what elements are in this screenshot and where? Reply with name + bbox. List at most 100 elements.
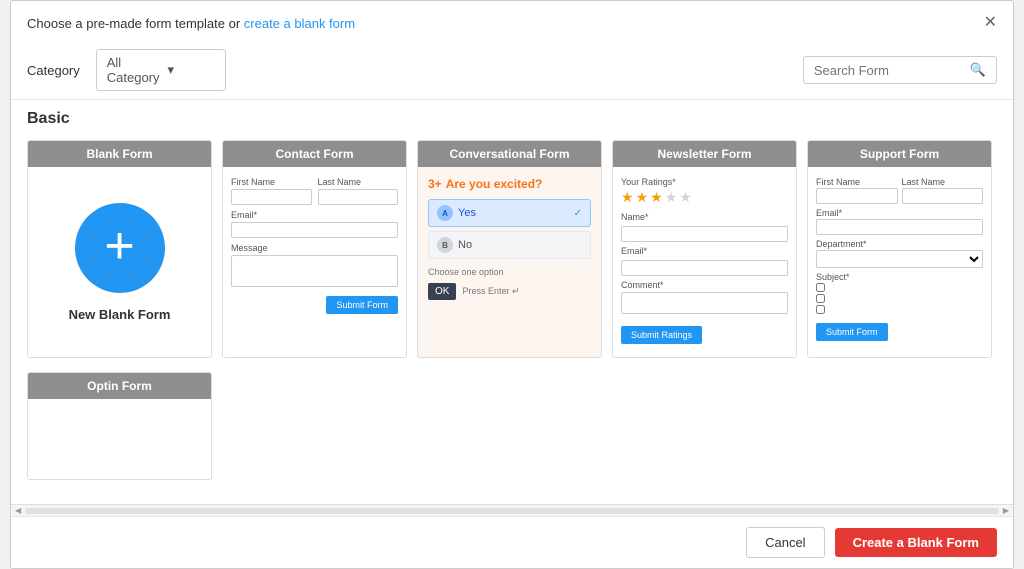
sf-name-row: First Name Last Name [816, 177, 983, 204]
contact-lastname-group: Last Name [318, 177, 399, 205]
contact-firstname-input[interactable] [231, 189, 312, 205]
nl-email-label: Email* [621, 246, 788, 256]
optin-cards-row: Optin Form [27, 372, 997, 480]
nl-comment-input[interactable] [621, 292, 788, 314]
card-optin-form[interactable]: Optin Form [27, 372, 212, 480]
conv-option-a-check: ✓ [574, 208, 582, 219]
conv-option-b[interactable]: B No [428, 231, 591, 259]
contact-email-group: Email* [231, 210, 398, 238]
card-support-form[interactable]: Support Form First Name Last Name [807, 140, 992, 358]
category-dropdown[interactable]: All Category ▾ [96, 49, 226, 91]
create-blank-link[interactable]: create a blank form [244, 16, 355, 31]
conv-question: 3+ Are you excited? [428, 177, 591, 191]
contact-firstname-label: First Name [231, 177, 312, 187]
conv-option-a[interactable]: A Yes ✓ [428, 199, 591, 227]
conv-ok-btn[interactable]: OK [428, 283, 456, 300]
toolbar: Category All Category ▾ 🔍 [11, 41, 1013, 99]
search-icon: 🔍 [970, 62, 986, 78]
conv-step: 3+ [428, 177, 442, 191]
card-conversational-form[interactable]: Conversational Form 3+ Are you excited? A… [417, 140, 602, 358]
scroll-right-icon[interactable]: ▶ [1001, 506, 1011, 515]
sf-checkboxes [816, 283, 983, 314]
scroll-left-icon[interactable]: ◀ [13, 506, 23, 515]
modal-header: Choose a pre-made form template or creat… [11, 1, 1013, 41]
card-body-contact: First Name Last Name Email* [223, 167, 406, 357]
nl-email-input[interactable] [621, 260, 788, 276]
sf-submit-btn[interactable]: Submit Form [816, 323, 888, 341]
chevron-down-icon: ▾ [168, 62, 215, 78]
conv-question-text: Are you excited? [446, 177, 543, 191]
conv-ok-row: OK Press Enter ↵ [428, 283, 591, 300]
nl-stars-row: ★ ★ ★ ★ ★ [621, 189, 788, 206]
contact-lastname-label: Last Name [318, 177, 399, 187]
search-input[interactable] [814, 63, 964, 78]
contact-message-input[interactable] [231, 255, 398, 287]
card-body-blank: + New Blank Form [28, 167, 211, 357]
sf-check-1[interactable] [816, 283, 983, 292]
nl-submit-btn[interactable]: Submit Ratings [621, 326, 702, 344]
card-body-support: First Name Last Name Email* [808, 167, 991, 357]
blank-form-label: New Blank Form [69, 307, 171, 322]
section-title-basic: Basic [27, 110, 997, 128]
contact-message-group: Message [231, 243, 398, 287]
contact-name-row: First Name Last Name [231, 177, 398, 205]
contact-message-label: Message [231, 243, 398, 253]
card-newsletter-form[interactable]: Newsletter Form Your Ratings* ★ ★ ★ ★ ★ … [612, 140, 797, 358]
card-header-conv: Conversational Form [418, 141, 601, 167]
sf-lastname-group: Last Name [902, 177, 984, 204]
sf-check-2[interactable] [816, 294, 983, 303]
card-header-support: Support Form [808, 141, 991, 167]
close-button[interactable]: ✕ [984, 15, 997, 31]
star-4: ★ [665, 189, 678, 206]
category-label: Category [27, 63, 80, 78]
contact-email-input[interactable] [231, 222, 398, 238]
card-blank-form[interactable]: Blank Form + New Blank Form [27, 140, 212, 358]
card-body-conv: 3+ Are you excited? A Yes ✓ B No [418, 167, 601, 357]
cancel-button[interactable]: Cancel [746, 527, 824, 558]
conv-hint: Choose one option [428, 267, 591, 277]
sf-email-input[interactable] [816, 219, 983, 235]
scroll-bar-track [25, 508, 999, 514]
basic-cards-row: Blank Form + New Blank Form Contact Form… [27, 140, 997, 358]
conv-option-a-text: Yes [458, 207, 476, 219]
sf-email-row: Email* [816, 208, 983, 235]
horizontal-scrollbar[interactable]: ◀ ▶ [11, 504, 1013, 516]
plus-icon: + [104, 220, 134, 272]
content-area: Basic Blank Form + New Blank Form Contac… [11, 99, 1013, 504]
nl-comment-label: Comment* [621, 280, 788, 290]
contact-email-label: Email* [231, 210, 398, 220]
sf-subject-row: Subject* [816, 272, 983, 318]
search-box[interactable]: 🔍 [803, 56, 997, 84]
contact-lastname-input[interactable] [318, 189, 399, 205]
card-contact-form[interactable]: Contact Form First Name Last Name [222, 140, 407, 358]
contact-mini-form: First Name Last Name Email* [231, 177, 398, 314]
conv-option-a-left: A Yes [437, 205, 476, 221]
contact-message-row: Message [231, 243, 398, 287]
conv-option-b-text: No [458, 239, 472, 251]
sf-dept-row: Department* [816, 239, 983, 268]
sf-email-group: Email* [816, 208, 983, 235]
create-blank-button[interactable]: Create a Blank Form [835, 528, 997, 557]
card-body-newsletter: Your Ratings* ★ ★ ★ ★ ★ Name* Email* Com… [613, 167, 796, 357]
sf-lastname-input[interactable] [902, 188, 984, 204]
contact-submit-btn[interactable]: Submit Form [326, 296, 398, 314]
conv-option-a-badge: A [437, 205, 453, 221]
card-header-blank: Blank Form [28, 141, 211, 167]
card-header-optin: Optin Form [28, 373, 211, 399]
sf-dept-label: Department* [816, 239, 983, 249]
header-text: Choose a pre-made form template or creat… [27, 16, 355, 31]
conv-option-b-left: B No [437, 237, 472, 253]
conv-option-b-badge: B [437, 237, 453, 253]
card-body-optin [28, 399, 211, 479]
star-3: ★ [650, 189, 663, 206]
sf-subject-label: Subject* [816, 272, 983, 282]
blank-form-icon: + [75, 203, 165, 293]
modal-dialog: Choose a pre-made form template or creat… [10, 0, 1014, 569]
sf-dept-select[interactable] [816, 250, 983, 268]
nl-ratings-label: Your Ratings* [621, 177, 788, 187]
contact-email-row: Email* [231, 210, 398, 238]
nl-name-input[interactable] [621, 226, 788, 242]
sf-firstname-input[interactable] [816, 188, 898, 204]
sf-check-3[interactable] [816, 305, 983, 314]
conv-ok-hint: Press Enter ↵ [462, 286, 519, 297]
